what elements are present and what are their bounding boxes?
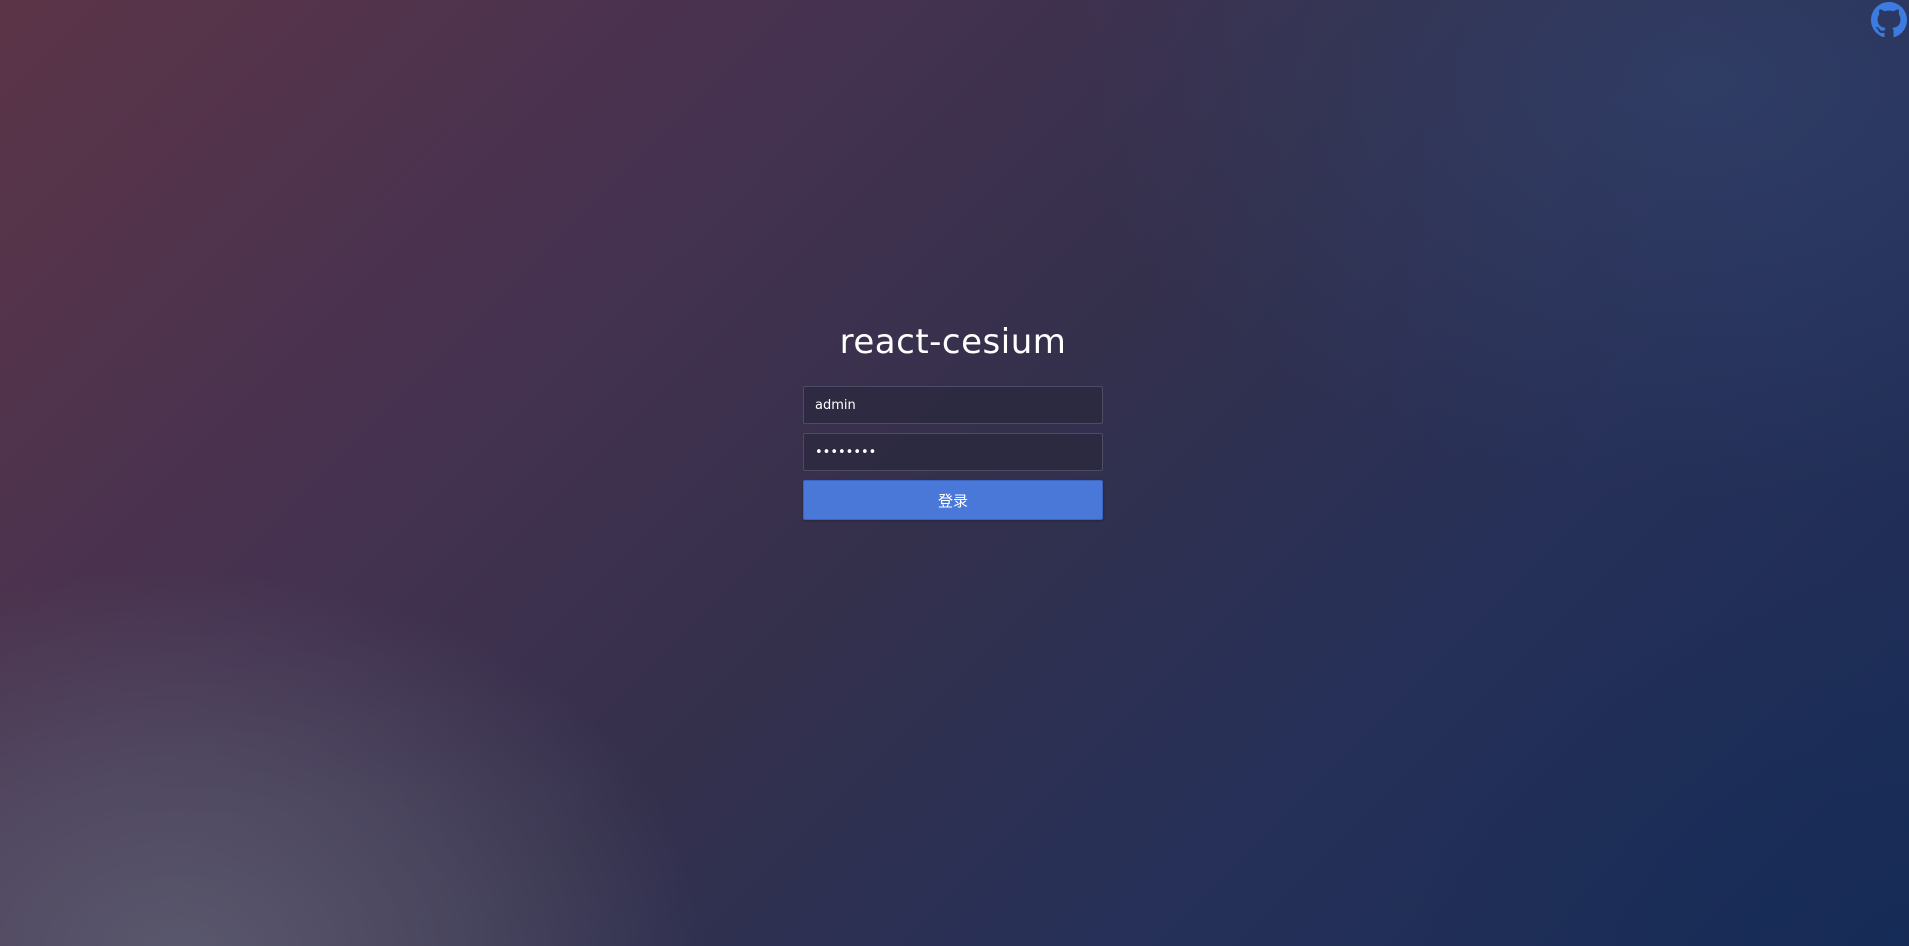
password-input[interactable] bbox=[803, 433, 1103, 471]
login-button[interactable]: 登录 bbox=[803, 480, 1103, 520]
username-input[interactable] bbox=[803, 386, 1103, 424]
login-page: react-cesium 登录 bbox=[0, 0, 1909, 946]
page-title: react-cesium bbox=[839, 322, 1067, 362]
login-form: react-cesium 登录 bbox=[803, 318, 1103, 520]
github-link[interactable] bbox=[1871, 2, 1907, 38]
github-icon bbox=[1871, 2, 1907, 38]
